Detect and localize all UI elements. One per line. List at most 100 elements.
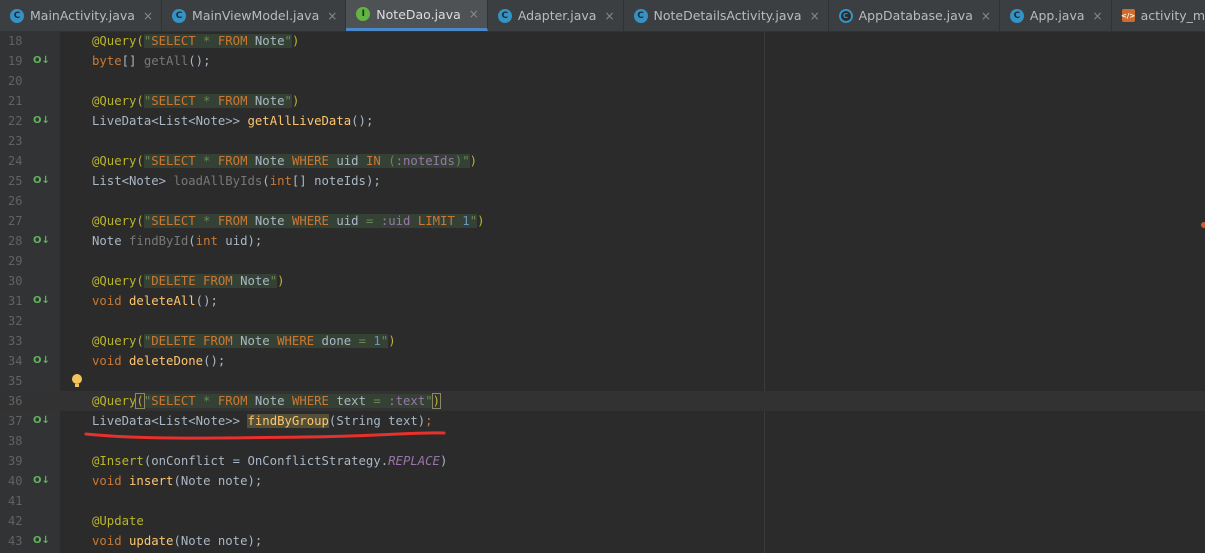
line-number: 19 [8,54,23,68]
code-text: LiveData<List<Note>> getAllLiveData(); [92,114,374,128]
tab-notedao-java[interactable]: I NoteDao.java × [346,0,488,31]
code-text: void deleteDone(); [92,354,226,368]
code-line[interactable]: 19 O↓ byte[] getAll(); [0,51,1205,71]
line-number: 18 [8,34,23,48]
line-number: 41 [8,494,23,508]
lightbulb-icon[interactable] [72,374,82,387]
tab-label: Adapter.java [517,8,597,23]
code-text: List<Note> loadAllByIds(int[] noteIds); [92,174,381,188]
tab-mainviewmodel-java[interactable]: C MainViewModel.java × [162,0,347,31]
tab-activity-main-xml[interactable]: </>activity_main.xml× [1112,0,1205,31]
code-line[interactable]: 28 O↓ Note findById(int uid); [0,231,1205,251]
tab-label: NoteDao.java [376,6,461,22]
line-number: 24 [8,154,23,168]
code-line[interactable]: 21 @Query("SELECT * FROM Note") [0,91,1205,111]
class-icon: C [10,8,24,23]
abstract-class-icon: C [838,8,853,23]
code-text: void update(Note note); [92,534,263,548]
tab-app-java[interactable]: C App.java × [1000,0,1112,31]
implemented-method-icon[interactable]: O↓ [33,355,50,367]
line-number: 43 [8,534,23,548]
line-number: 23 [8,134,23,148]
close-icon[interactable]: × [810,9,820,23]
implemented-method-icon[interactable]: O↓ [33,175,50,187]
line-number: 25 [8,174,23,188]
code-line[interactable]: 36 @Query("SELECT * FROM Note WHERE text … [0,391,1205,411]
code-line[interactable]: 40 O↓ void insert(Note note); [0,471,1205,491]
code-line[interactable]: 32 [0,311,1205,331]
implemented-method-icon[interactable]: O↓ [33,475,50,487]
line-number: 34 [8,354,23,368]
code-text: @Query("SELECT * FROM Note") [92,34,300,48]
code-line[interactable]: 24 @Query("SELECT * FROM Note WHERE uid I… [0,151,1205,171]
class-icon: C [497,8,512,23]
line-number: 38 [8,434,23,448]
class-icon: C [633,8,648,23]
tab-label: AppDatabase.java [858,8,973,23]
tab-appdatabase-java[interactable]: C AppDatabase.java × [829,0,1000,31]
class-icon: C [1009,8,1024,23]
code-text: @Query("SELECT * FROM Note WHERE text = … [92,393,442,409]
code-text: Note findById(int uid); [92,234,263,248]
tab-label: activity_main.xml [1140,8,1205,23]
tab-label: NoteDetailsActivity.java [653,8,802,23]
code-line[interactable]: 42 @Update [0,511,1205,531]
tab-label: MainActivity.java [30,8,135,23]
line-number: 40 [8,474,23,488]
tab-mainactivity-java[interactable]: C MainActivity.java × [0,0,163,31]
line-number: 21 [8,94,23,108]
code-line[interactable]: 41 [0,491,1205,511]
implemented-method-icon[interactable]: O↓ [33,415,50,427]
close-icon[interactable]: × [981,9,991,23]
code-text: @Insert(onConflict = OnConflictStrategy.… [92,454,448,468]
implemented-method-icon[interactable]: O↓ [33,535,50,547]
implemented-method-icon[interactable]: O↓ [33,115,50,127]
line-number: 39 [8,454,23,468]
tab-adapter-java[interactable]: C Adapter.java × [488,0,624,31]
implemented-method-icon[interactable]: O↓ [33,55,50,67]
close-icon[interactable]: × [604,9,614,23]
code-line[interactable]: 31 O↓ void deleteAll(); [0,291,1205,311]
code-line[interactable]: 39 @Insert(onConflict = OnConflictStrateg… [0,451,1205,471]
line-number: 22 [8,114,23,128]
code-text: void deleteAll(); [92,294,218,308]
code-line[interactable]: 29 [0,251,1205,271]
close-icon[interactable]: × [469,7,479,21]
code-line[interactable]: 18 @Query("SELECT * FROM Note") [0,31,1205,51]
line-number: 33 [8,334,23,348]
code-line[interactable]: 20 [0,71,1205,91]
close-icon[interactable]: × [143,9,153,23]
line-number: 28 [8,234,23,248]
class-icon: C [172,8,187,23]
implemented-method-icon[interactable]: O↓ [33,295,50,307]
line-number: 26 [8,194,23,208]
line-number: 31 [8,294,23,308]
code-line[interactable]: 33 @Query("DELETE FROM Note WHERE done = … [0,331,1205,351]
code-line[interactable]: 22 O↓ LiveData<List<Note>> getAllLiveData(… [0,111,1205,131]
code-line[interactable]: 30 @Query("DELETE FROM Note") [0,271,1205,291]
code-line[interactable]: 35 [0,371,1205,391]
line-number: 35 [8,374,23,388]
code-line[interactable]: 43 O↓ void update(Note note); [0,531,1205,551]
xml-icon: </> [1121,9,1135,22]
code-line[interactable]: 34 O↓ void deleteDone(); [0,351,1205,371]
tab-notedetailsactivity-java[interactable]: C NoteDetailsActivity.java × [624,0,829,31]
line-number: 32 [8,314,23,328]
error-stripe-marker[interactable] [1201,222,1205,228]
close-icon[interactable]: × [1093,9,1103,23]
red-underline-annotation [84,431,446,440]
code-line[interactable]: 23 [0,131,1205,151]
line-number: 37 [8,414,23,428]
line-number: 42 [8,514,23,528]
code-line[interactable]: 25 O↓ List<Note> loadAllByIds(int[] noteId… [0,171,1205,191]
code-line[interactable]: 27 @Query("SELECT * FROM Note WHERE uid =… [0,211,1205,231]
close-icon[interactable]: × [327,9,337,23]
line-number: 36 [8,394,23,408]
tab-label: MainViewModel.java [192,8,320,23]
code-text: @Update [92,514,144,528]
editor-tab-bar: C MainActivity.java × C MainViewModel.java × I… [0,0,1205,32]
tab-label: App.java [1029,8,1085,23]
code-text: byte[] getAll(); [92,54,211,68]
code-line[interactable]: 26 [0,191,1205,211]
implemented-method-icon[interactable]: O↓ [33,235,50,247]
